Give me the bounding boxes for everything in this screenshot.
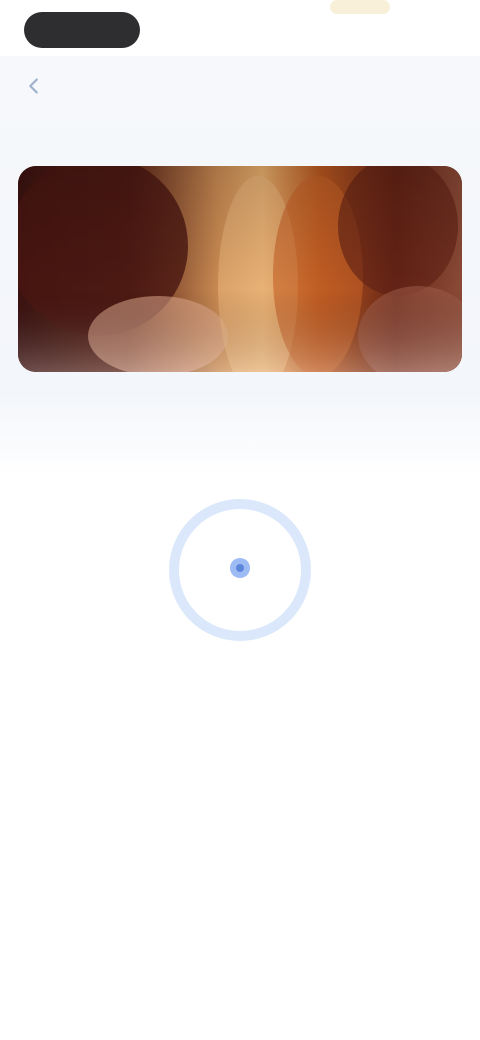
loading-spinner-icon: [169, 499, 311, 641]
status-pill: [24, 12, 140, 48]
status-indicator: [330, 0, 390, 14]
screen: [0, 0, 480, 1040]
back-arrow-icon: [29, 78, 38, 94]
top-card: [0, 56, 480, 476]
header: [0, 64, 480, 136]
hair-color-banner: [18, 166, 462, 372]
back-button[interactable]: [14, 66, 54, 106]
loading-indicator: [166, 496, 314, 644]
status-bar: [0, 0, 480, 56]
hair-color-image: [18, 166, 462, 372]
